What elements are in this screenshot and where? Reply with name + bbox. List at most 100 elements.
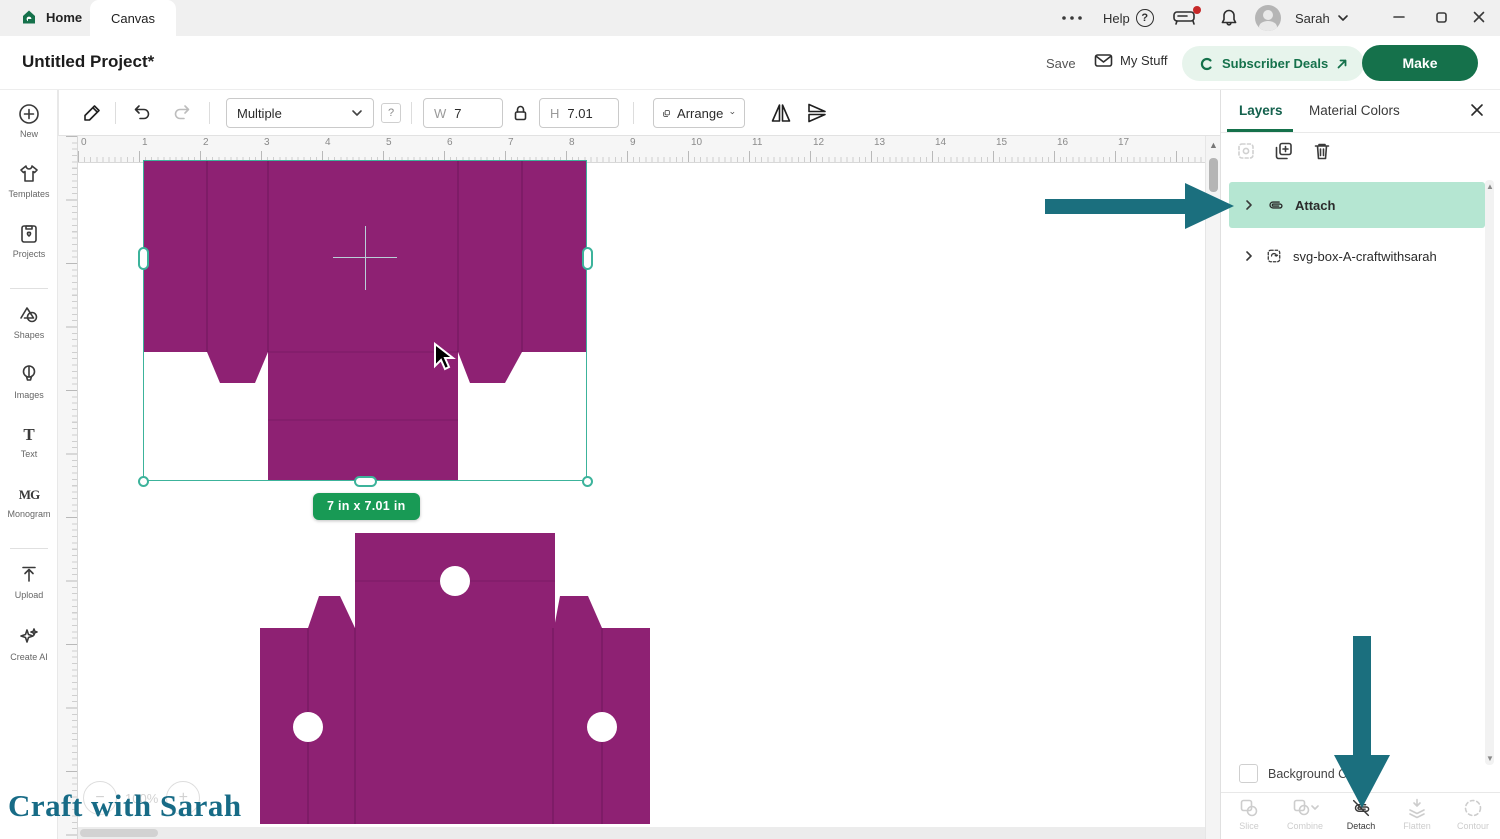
panel-scrollbar[interactable]: ▲ ▼ <box>1485 180 1494 765</box>
resize-handle-bottom[interactable] <box>354 476 377 487</box>
flip-horizontal-button[interactable] <box>769 101 793 125</box>
canvas-tab[interactable]: Canvas <box>90 0 176 36</box>
ruler-number: 7 <box>505 137 566 148</box>
resize-handle-right[interactable] <box>582 247 593 270</box>
divider <box>411 102 412 124</box>
design-canvas[interactable]: 23456789101112 0123456789101112131415161… <box>58 136 1205 839</box>
tab-layers[interactable]: Layers <box>1239 103 1283 118</box>
sidebar-label: Monogram <box>0 509 58 519</box>
arrange-dropdown[interactable]: Arrange <box>653 98 745 128</box>
combine-button[interactable]: Combine <box>1277 793 1333 839</box>
ruler-number: 8 <box>58 541 100 561</box>
text-tool-icon: T <box>0 424 58 446</box>
horizontal-scrollbar[interactable] <box>78 827 1205 839</box>
redo-button[interactable] <box>171 103 193 123</box>
selection-center-cross <box>365 226 366 290</box>
my-stuff-button[interactable]: My Stuff <box>1094 53 1167 68</box>
project-title: Untitled Project* <box>22 52 154 72</box>
account-menu[interactable]: Sarah <box>1255 5 1350 31</box>
subscriber-deals-button[interactable]: Subscriber Deals <box>1182 46 1364 81</box>
chevron-down-icon <box>351 109 363 117</box>
trash-icon[interactable] <box>1311 140 1333 162</box>
layers-toolbar <box>1235 140 1333 162</box>
width-input[interactable]: W 7 <box>423 98 503 128</box>
ellipsis-icon <box>1060 14 1086 22</box>
ruler-number: 6 <box>444 137 505 148</box>
height-input[interactable]: H 7.01 <box>539 98 619 128</box>
user-name: Sarah <box>1295 11 1330 26</box>
ruler-number: 11 <box>58 731 100 751</box>
flatten-button[interactable]: Flatten <box>1389 793 1445 839</box>
panel-close-icon[interactable] <box>1467 100 1487 120</box>
sidebar-label: Create AI <box>0 652 58 662</box>
layer-name: Attach <box>1295 198 1335 213</box>
close-button[interactable] <box>1470 8 1488 26</box>
annotation-arrow-detach <box>1332 636 1392 812</box>
resize-handle-left[interactable] <box>138 247 149 270</box>
save-button[interactable]: Save <box>1046 56 1076 71</box>
home-tab[interactable]: Home <box>20 8 82 26</box>
help-button[interactable]: Help ? <box>1103 9 1154 27</box>
sidebar-item-create-ai[interactable]: Create AI <box>0 625 58 662</box>
resize-handle-bottom-right[interactable] <box>582 476 593 487</box>
selection-bounding-box[interactable] <box>143 160 587 481</box>
flip-vertical-button[interactable] <box>805 101 829 125</box>
sidebar-item-upload[interactable]: Upload <box>0 563 58 600</box>
vertical-scrollbar[interactable]: ▲ <box>1205 136 1220 839</box>
panel-tabs: Layers Material Colors <box>1221 90 1500 133</box>
ruler-number: 7 <box>58 477 100 497</box>
horizontal-scrollbar-thumb[interactable] <box>80 829 158 837</box>
minimize-button[interactable] <box>1390 8 1408 26</box>
sidebar-item-text[interactable]: T Text <box>0 424 58 459</box>
edit-pencil-button[interactable] <box>81 102 103 124</box>
background-color-swatch[interactable] <box>1239 764 1258 783</box>
ruler-number: 6 <box>58 414 100 434</box>
sidebar-item-projects[interactable]: Projects <box>0 222 58 259</box>
ruler-number: 14 <box>932 137 993 148</box>
scroll-up-icon[interactable]: ▲ <box>1486 182 1493 191</box>
sidebar-item-images[interactable]: Images <box>0 363 58 400</box>
scroll-down-icon[interactable]: ▼ <box>1486 754 1493 763</box>
active-tab-underline <box>1227 129 1293 132</box>
make-label: Make <box>1402 55 1437 71</box>
monogram-icon: MG <box>0 484 58 506</box>
restore-button[interactable] <box>1432 8 1450 26</box>
resize-handle-bottom-left[interactable] <box>138 476 149 487</box>
layer-row-attach[interactable]: Attach <box>1229 182 1485 228</box>
sidebar-label: Projects <box>0 249 58 259</box>
flip-horizontal-icon <box>769 101 793 125</box>
selection-type-dropdown[interactable]: Multiple <box>226 98 374 128</box>
slice-button[interactable]: Slice <box>1221 793 1277 839</box>
sidebar-item-new[interactable]: New <box>0 102 58 139</box>
machine-button[interactable] <box>1172 9 1198 27</box>
images-balloon-icon <box>17 363 41 387</box>
restore-icon <box>1432 8 1450 26</box>
contour-button[interactable]: Contour <box>1445 793 1500 839</box>
scroll-up-icon[interactable]: ▲ <box>1209 141 1218 150</box>
sidebar-item-templates[interactable]: Templates <box>0 162 58 199</box>
flatten-icon <box>1406 797 1428 819</box>
my-stuff-label: My Stuff <box>1120 53 1167 68</box>
select-all-icon[interactable] <box>1235 140 1257 162</box>
undo-button[interactable] <box>131 103 153 123</box>
duplicate-icon[interactable] <box>1273 140 1295 162</box>
sidebar-item-monogram[interactable]: MG Monogram <box>0 484 58 519</box>
expand-chevron-icon[interactable] <box>1243 250 1255 262</box>
mystery-help-box[interactable]: ? <box>381 103 401 123</box>
arrange-icon <box>663 106 670 121</box>
ruler-h-numbers: 01234567891011121314151617 <box>78 137 1176 148</box>
help-question-icon: ? <box>1136 9 1154 27</box>
make-button[interactable]: Make <box>1362 45 1478 81</box>
layer-row-svg-box[interactable]: svg-box-A-craftwithsarah <box>1229 240 1485 272</box>
ruler-number: 3 <box>58 223 100 243</box>
edit-toolbar: Multiple ? W 7 H 7.01 Arrange <box>58 90 1220 136</box>
lock-icon <box>513 104 528 122</box>
width-value: 7 <box>454 106 461 121</box>
lock-ratio-button[interactable] <box>513 104 528 122</box>
sidebar-item-shapes[interactable]: Shapes <box>0 303 58 340</box>
box-net-bottom <box>260 533 650 824</box>
expand-chevron-icon[interactable] <box>1243 199 1255 211</box>
tab-material-colors[interactable]: Material Colors <box>1309 103 1400 118</box>
overflow-menu-button[interactable] <box>1060 14 1086 22</box>
notifications-button[interactable] <box>1219 8 1239 28</box>
